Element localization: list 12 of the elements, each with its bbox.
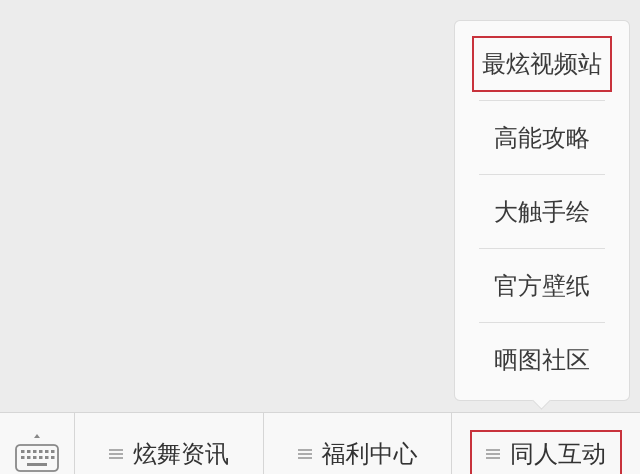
menu-item[interactable]: 晒图社区 [486,334,598,386]
menu-tab[interactable]: 福利中心 [264,413,452,474]
menu-icon [108,448,123,460]
menu-item[interactable]: 最炫视频站 [474,38,610,90]
menu-icon [298,448,312,460]
keyboard-icon [14,432,60,472]
menu-item[interactable]: 大触手绘 [486,186,598,238]
menu-tab[interactable]: 炫舞资讯 [75,413,264,474]
menu-item[interactable]: 高能攻略 [486,112,598,164]
menu-icon [486,448,500,460]
menu-tab[interactable]: 同人互动 [452,413,640,474]
menu-item[interactable]: 官方壁纸 [486,260,598,312]
